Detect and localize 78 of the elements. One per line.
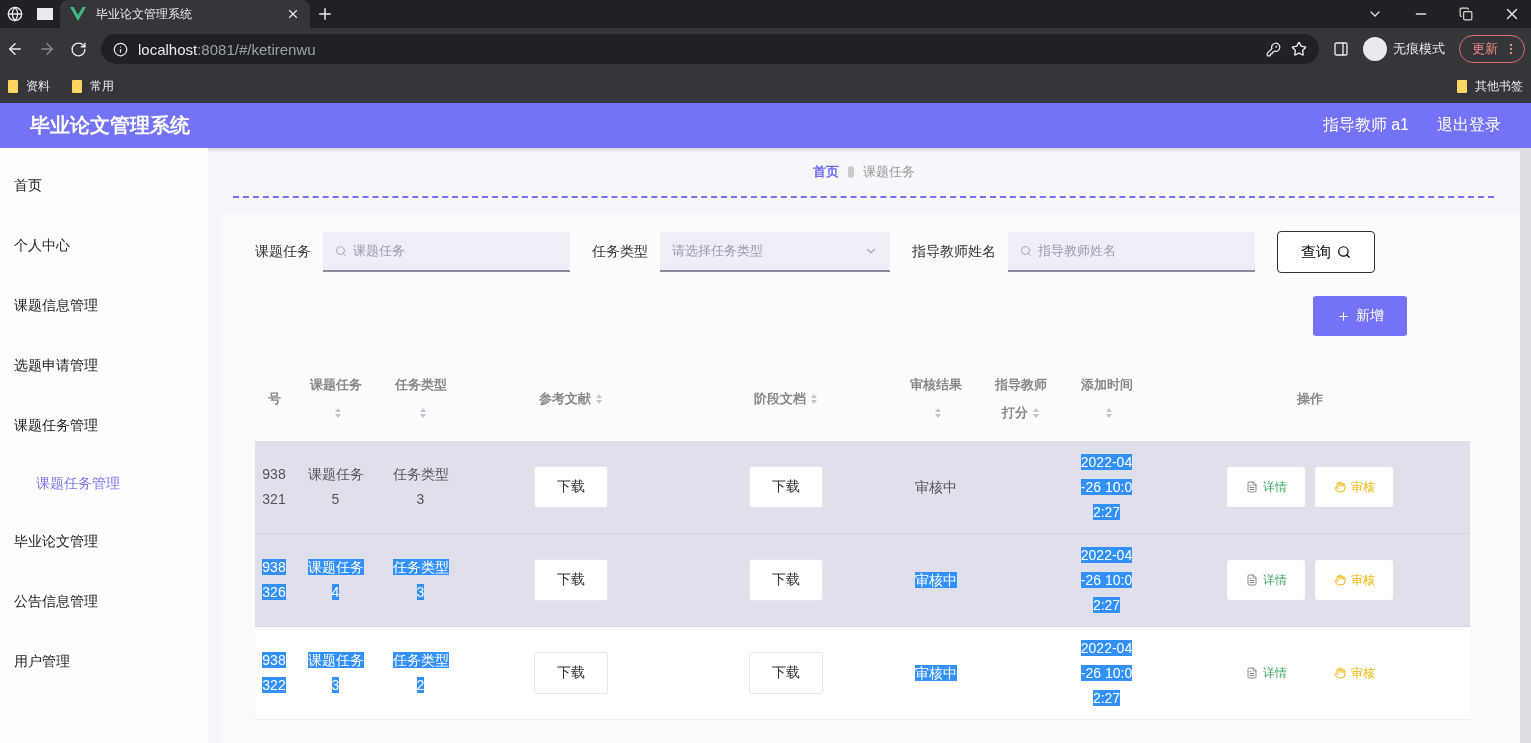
- sidebar-item[interactable]: 个人中心: [0, 216, 208, 276]
- sidebar-item[interactable]: 毕业论文管理: [0, 512, 208, 572]
- table-cell-text: 任务类型2: [391, 651, 450, 695]
- column-header: 操作: [1297, 389, 1323, 408]
- download-button[interactable]: 下载: [748, 652, 823, 694]
- document-icon: [1245, 481, 1258, 493]
- close-icon[interactable]: [286, 7, 300, 21]
- new-tab-icon[interactable]: [316, 5, 334, 23]
- query-button[interactable]: 查询: [1277, 231, 1375, 273]
- column-header: 审核结果: [909, 370, 962, 427]
- column-header: 参考文献: [538, 384, 603, 413]
- field-label: 指导教师姓名: [912, 243, 996, 261]
- bookmark[interactable]: 常用: [72, 78, 114, 95]
- column-header: 号: [267, 389, 281, 408]
- download-button[interactable]: 下载: [748, 466, 823, 508]
- v-logo-icon: [70, 7, 86, 21]
- table-cell-text: 审核中: [913, 663, 958, 683]
- forward-icon[interactable]: [38, 40, 56, 58]
- table-cell-text: 938321: [261, 465, 287, 509]
- reload-icon[interactable]: [70, 40, 87, 58]
- search-icon: [1337, 245, 1351, 259]
- browser-tab[interactable]: 毕业论文管理系统: [60, 0, 310, 28]
- sidebar-subitem[interactable]: 课题任务管理: [0, 456, 208, 512]
- table-cell-text: 课题任务3: [306, 651, 365, 695]
- window-icon[interactable]: [36, 7, 54, 21]
- breadcrumb-current: 课题任务: [862, 163, 915, 181]
- sidebar-item[interactable]: 用户管理: [0, 632, 208, 692]
- search-icon: [1020, 245, 1032, 257]
- logout-link[interactable]: 退出登录: [1437, 115, 1501, 136]
- other-bookmarks[interactable]: 其他书签: [1457, 78, 1523, 95]
- globe-icon[interactable]: [7, 6, 23, 22]
- info-icon: [113, 41, 128, 57]
- download-button[interactable]: 下载: [533, 466, 608, 508]
- table-cell-text: 2022-04-26 10:02:27: [1080, 452, 1133, 522]
- table-cell-text: 审核中: [913, 570, 958, 590]
- address-field[interactable]: localhost:8081/#/ketirenwu: [101, 34, 1319, 64]
- incognito-label[interactable]: 无痕模式: [1363, 37, 1445, 61]
- field-label: 课题任务: [255, 243, 311, 261]
- table-cell-text: 938322: [261, 651, 287, 695]
- sidebar-item[interactable]: 公告信息管理: [0, 572, 208, 632]
- table-cell-text: 课题任务5: [306, 465, 365, 509]
- download-button[interactable]: 下载: [748, 559, 823, 601]
- sidebar-item[interactable]: 首页: [0, 156, 208, 216]
- column-header: 任务类型: [394, 370, 447, 427]
- hand-icon: [1333, 667, 1346, 679]
- restore-icon[interactable]: [1459, 7, 1473, 21]
- search-icon: [335, 245, 347, 257]
- table-cell-text: 2022-04-26 10:02:27: [1080, 545, 1133, 615]
- document-icon: [1245, 574, 1258, 586]
- key-icon[interactable]: [1266, 41, 1281, 57]
- field-label: 任务类型: [592, 243, 648, 261]
- table-cell-text: 938326: [261, 558, 287, 602]
- plus-icon: [1336, 309, 1350, 323]
- table-cell-text: 审核中: [913, 477, 958, 497]
- breadcrumb-home[interactable]: 首页: [812, 163, 839, 181]
- user-name: 指导教师 a1: [1322, 115, 1409, 135]
- document-icon: [1245, 667, 1258, 679]
- column-header: 添加时间: [1080, 370, 1133, 427]
- star-icon[interactable]: [1291, 41, 1307, 57]
- table-cell-text: 任务类型3: [391, 558, 450, 602]
- sidebar-item[interactable]: 课题信息管理: [0, 276, 208, 336]
- add-button[interactable]: 新增: [1313, 296, 1407, 336]
- column-header: 指导教师打分: [993, 375, 1048, 422]
- sidebar-item[interactable]: 选题申请管理: [0, 336, 208, 396]
- bookmark[interactable]: 资料: [8, 78, 50, 95]
- app-title: 毕业论文管理系统: [30, 113, 190, 138]
- download-button[interactable]: 下载: [533, 559, 608, 601]
- table-cell-text: 任务类型3: [391, 465, 450, 509]
- download-button[interactable]: 下载: [533, 652, 608, 694]
- hand-icon: [1333, 481, 1346, 493]
- sidebar-item[interactable]: 课题任务管理: [0, 396, 208, 456]
- side-panel-icon[interactable]: [1333, 41, 1349, 57]
- column-header: 阶段文档: [753, 384, 818, 413]
- back-icon[interactable]: [6, 40, 24, 58]
- column-header: 课题任务: [309, 370, 362, 427]
- separator-icon: [846, 165, 855, 179]
- table-cell-text: 2022-04-26 10:02:27: [1080, 638, 1133, 708]
- hand-icon: [1333, 574, 1346, 586]
